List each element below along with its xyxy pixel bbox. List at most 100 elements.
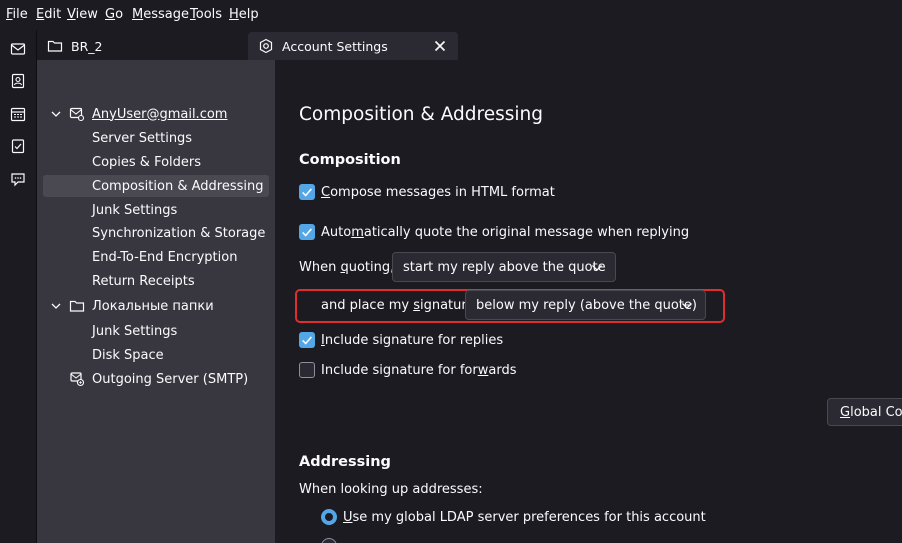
tree-local-junk[interactable]: Junk Settings: [43, 320, 269, 342]
tasks-icon[interactable]: [9, 137, 27, 155]
calendar-icon[interactable]: [9, 105, 27, 123]
menu-tools[interactable]: Tools: [190, 7, 222, 22]
checkmark-icon: [302, 336, 312, 345]
tree-item-label: Synchronization & Storage: [92, 225, 266, 241]
html-format-key: C: [321, 184, 331, 200]
tree-server-settings[interactable]: Server Settings: [43, 127, 269, 149]
menu-file[interactable]: File: [6, 7, 28, 22]
signature-position-value: below my reply (above the quote): [476, 297, 697, 313]
tab-account-settings[interactable]: Account Settings: [248, 32, 458, 60]
auto-quote-key: m: [351, 224, 364, 240]
sig-forwards-label: Include signature for forwards: [321, 363, 516, 378]
when-quoting-label: When quoting,: [299, 260, 394, 275]
use-global-ldap-row[interactable]: Use my global LDAP server preferences fo…: [321, 507, 706, 527]
sig-forwards-checkbox[interactable]: [299, 362, 315, 378]
tree-item-label: Junk Settings: [92, 323, 178, 339]
menu-file-label: ile: [12, 7, 28, 22]
close-icon[interactable]: [432, 38, 448, 54]
menu-view-label: iew: [75, 7, 98, 22]
quote-position-value: start my reply above the quote: [403, 259, 606, 275]
outgoing-server-icon: [70, 372, 85, 387]
auto-quote-label: Automatically quote the original message…: [321, 225, 689, 240]
sig-forwards-key: w: [477, 362, 489, 378]
menu-help[interactable]: Help: [229, 7, 259, 22]
global-button-key: G: [840, 404, 851, 420]
tree-return-receipts[interactable]: Return Receipts: [43, 270, 269, 292]
tree-account[interactable]: AnyUser@gmail.com: [43, 103, 269, 125]
second-ldap-radio[interactable]: [321, 538, 343, 543]
signature-label: and place my signature: [321, 298, 474, 313]
signature-position-select[interactable]: below my reply (above the quote): [465, 290, 706, 320]
folder-icon: [69, 300, 85, 312]
gear-icon: [258, 38, 274, 54]
page-title: Composition & Addressing: [299, 104, 544, 125]
use-global-text: se my global LDAP server preferences for…: [352, 509, 706, 525]
lookup-label: When looking up addresses:: [299, 482, 483, 497]
when-quoting-key: q: [340, 260, 349, 275]
html-format-checkbox[interactable]: [299, 184, 315, 200]
second-ldap-radio-circle[interactable]: [321, 538, 337, 543]
tree-local-folders-label: Локальные папки: [92, 298, 214, 314]
menu-view[interactable]: View: [67, 7, 98, 22]
account-tree: AnyUser@gmail.com Server Settings Copies…: [37, 60, 275, 543]
menu-edit[interactable]: Edit: [36, 7, 61, 22]
auto-quote-checkbox[interactable]: [299, 224, 315, 240]
use-global-key: U: [343, 509, 353, 525]
menu-help-label: elp: [238, 7, 259, 22]
mail-icon[interactable]: [9, 40, 27, 58]
auto-quote-row[interactable]: Automatically quote the original message…: [299, 222, 689, 242]
sig-forwards-row[interactable]: Include signature for forwards: [299, 360, 516, 380]
spaces-toolbar: [0, 30, 37, 543]
tab-bar: BR_2 Account Settings: [37, 30, 902, 60]
quote-position-select[interactable]: start my reply above the quote: [392, 252, 616, 282]
mail-account-icon: [69, 107, 85, 122]
address-book-icon[interactable]: [9, 72, 27, 90]
sig-replies-label: Include signature for replies: [321, 333, 503, 348]
tree-copies-folders[interactable]: Copies & Folders: [43, 151, 269, 173]
menu-tools-label: ools: [195, 7, 223, 22]
tree-sync-storage[interactable]: Synchronization & Storage: [43, 222, 269, 244]
html-format-row[interactable]: Compose messages in HTML format: [299, 182, 555, 202]
menu-message-key: M: [132, 7, 144, 22]
sig-replies-row[interactable]: Include signature for replies: [299, 330, 503, 350]
tab-account-settings-label: Account Settings: [282, 38, 388, 54]
tab-br2-label: BR_2: [71, 38, 103, 54]
tree-local-folders[interactable]: Локальные папки: [43, 295, 269, 317]
tree-item-label: Composition & Addressing: [92, 178, 264, 194]
tree-item-label: Copies & Folders: [92, 154, 202, 170]
use-global-ldap-radio[interactable]: [321, 509, 337, 525]
addressing-heading: Addressing: [299, 454, 391, 470]
settings-content: Composition & Addressing Composition Com…: [275, 60, 902, 543]
sig-replies-text: nclude signature for replies: [324, 332, 504, 348]
tree-item-label: Junk Settings: [92, 202, 178, 218]
global-composition-button[interactable]: Global Con: [827, 398, 902, 426]
chevron-down-icon[interactable]: [50, 300, 62, 312]
composition-heading: Composition: [299, 152, 401, 168]
menu-help-key: H: [229, 7, 239, 22]
menu-go[interactable]: Go: [105, 7, 123, 22]
signature-pre: and place my: [321, 298, 414, 313]
sig-forwards-pre: Include signature for for: [321, 362, 478, 378]
chevron-down-icon[interactable]: [50, 108, 62, 120]
global-button-label: lobal Con: [850, 404, 902, 420]
menu-message[interactable]: Message: [132, 7, 189, 22]
tree-e2e-encryption[interactable]: End-To-End Encryption: [43, 246, 269, 268]
menu-edit-label: dit: [44, 7, 62, 22]
html-format-text: ompose messages in HTML format: [330, 184, 555, 200]
chat-icon[interactable]: [9, 170, 27, 188]
signature-key: s: [413, 298, 420, 313]
tree-composition-addressing[interactable]: Composition & Addressing: [43, 175, 269, 197]
checkmark-icon: [302, 188, 312, 197]
sig-forwards-post: ards: [488, 362, 517, 378]
tab-br2[interactable]: BR_2: [37, 32, 247, 60]
tree-item-label: Return Receipts: [92, 273, 195, 289]
tree-junk-settings[interactable]: Junk Settings: [43, 199, 269, 221]
tree-disk-space[interactable]: Disk Space: [43, 344, 269, 366]
menu-message-label: essage: [143, 7, 189, 22]
sig-replies-checkbox[interactable]: [299, 332, 315, 348]
tree-outgoing-server[interactable]: Outgoing Server (SMTP): [43, 368, 269, 390]
menu-go-key: G: [105, 7, 116, 22]
use-global-ldap-label: Use my global LDAP server preferences fo…: [343, 510, 706, 525]
menubar: File Edit View Go Message Tools Help: [0, 0, 902, 30]
when-quoting-post: uoting,: [348, 260, 395, 275]
